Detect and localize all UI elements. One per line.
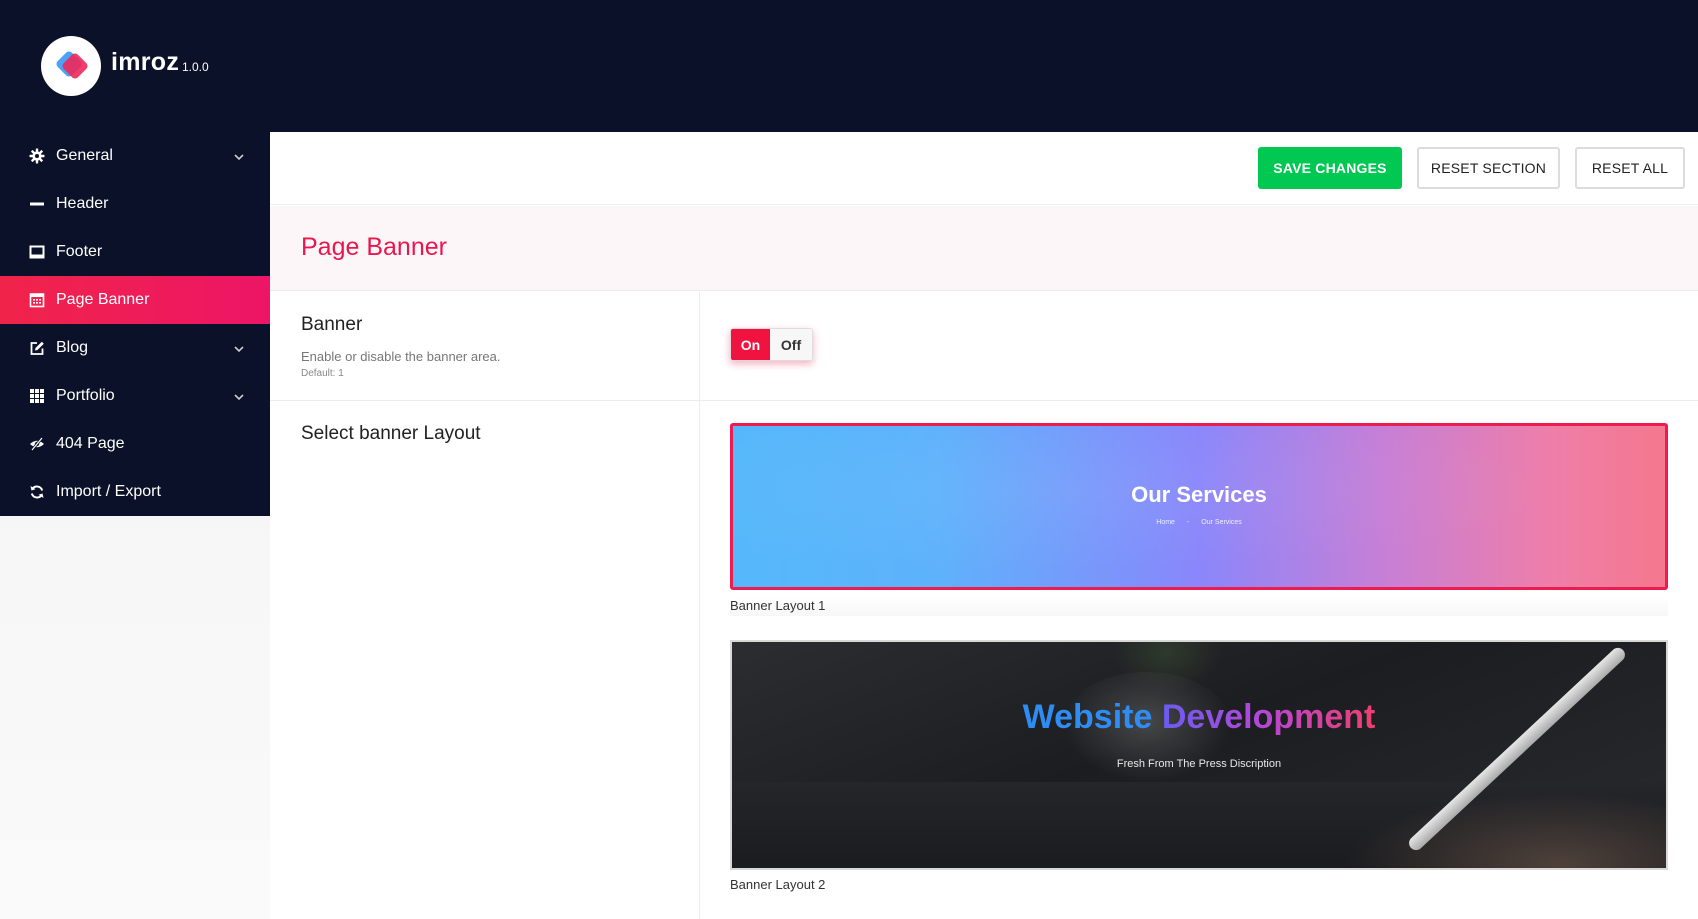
gear-icon: [29, 148, 45, 164]
preview-title: Website Development: [732, 698, 1666, 737]
minus-icon: [29, 196, 45, 212]
banner-field-description: Enable or disable the banner area.: [301, 349, 501, 364]
crumb-separator: -: [1186, 519, 1190, 526]
banner-toggle: On Off: [730, 328, 813, 361]
sidebar-item-label: Page Banner: [56, 291, 150, 308]
logo: [41, 36, 101, 96]
sidebar-nav: General Header Footer Page Banner Blog P…: [0, 132, 270, 516]
app-version: 1.0.0: [182, 60, 209, 74]
sidebar-item-label: Portfolio: [56, 387, 115, 404]
sidebar-item-label: General: [56, 147, 113, 164]
section-header: Page Banner: [270, 206, 1698, 291]
preview-subtitle: Fresh From The Press Discription: [1116, 758, 1282, 770]
toggle-off-button[interactable]: Off: [770, 329, 812, 360]
sidebar-item-label: Header: [56, 195, 109, 212]
calendar-icon: [29, 292, 45, 308]
sidebar-item-label: 404 Page: [56, 435, 125, 452]
action-bar: SAVE CHANGES RESET SECTION RESET ALL: [270, 132, 1698, 205]
sidebar: General Header Footer Page Banner Blog P…: [0, 132, 270, 919]
refresh-icon: [29, 484, 45, 500]
banner-layout-2-caption: Banner Layout 2: [730, 877, 826, 892]
toggle-on-button[interactable]: On: [731, 329, 770, 360]
banner-field-title: Banner: [301, 314, 363, 335]
preview-breadcrumb: Home - Our Services: [733, 519, 1665, 526]
chevron-down-icon: [233, 150, 245, 162]
top-bar: imroz 1.0.0: [0, 0, 1698, 132]
banner-layout-1-option[interactable]: Our Services Home - Our Services: [730, 423, 1668, 590]
grid-icon: [29, 388, 45, 404]
main-panel: SAVE CHANGES RESET SECTION RESET ALL Pag…: [270, 132, 1698, 919]
banner-layout-2-option[interactable]: Website Development Fresh From The Press…: [730, 640, 1668, 870]
save-changes-button[interactable]: SAVE CHANGES: [1258, 147, 1402, 189]
sidebar-item-page-banner[interactable]: Page Banner: [0, 276, 270, 324]
preview-title-part2: Development: [1161, 698, 1376, 736]
chevron-down-icon: [233, 390, 245, 402]
sidebar-item-general[interactable]: General: [0, 132, 270, 180]
eye-slash-icon: [29, 436, 45, 452]
sidebar-item-404-page[interactable]: 404 Page: [0, 420, 270, 468]
reset-all-button[interactable]: RESET ALL: [1575, 147, 1685, 189]
column-divider: [699, 292, 700, 919]
sidebar-item-footer[interactable]: Footer: [0, 228, 270, 276]
sidebar-item-import-export[interactable]: Import / Export: [0, 468, 270, 516]
app-name: imroz: [111, 48, 180, 76]
chevron-down-icon: [233, 342, 245, 354]
sidebar-item-blog[interactable]: Blog: [0, 324, 270, 372]
sidebar-item-header[interactable]: Header: [0, 180, 270, 228]
sidebar-item-label: Blog: [56, 339, 89, 356]
preview-title: Our Services: [1131, 482, 1267, 507]
page-title: Page Banner: [301, 233, 447, 261]
edit-icon: [29, 340, 45, 356]
layout-field-title: Select banner Layout: [301, 423, 481, 444]
reset-section-button[interactable]: RESET SECTION: [1417, 147, 1560, 189]
monitor-icon: [29, 244, 45, 260]
logo-icon: [56, 51, 88, 79]
preview-title-part1: Website: [1022, 698, 1153, 736]
banner-layout-1-caption: Banner Layout 1: [730, 597, 1668, 616]
sidebar-item-label: Import / Export: [56, 483, 161, 500]
sidebar-item-label: Footer: [56, 243, 103, 260]
preview-crumb-current: Our Services: [1201, 519, 1242, 526]
row-divider: [270, 400, 1698, 401]
banner-field-default: Default: 1: [301, 368, 344, 379]
sidebar-item-portfolio[interactable]: Portfolio: [0, 372, 270, 420]
preview-crumb-home: Home: [1156, 519, 1175, 526]
